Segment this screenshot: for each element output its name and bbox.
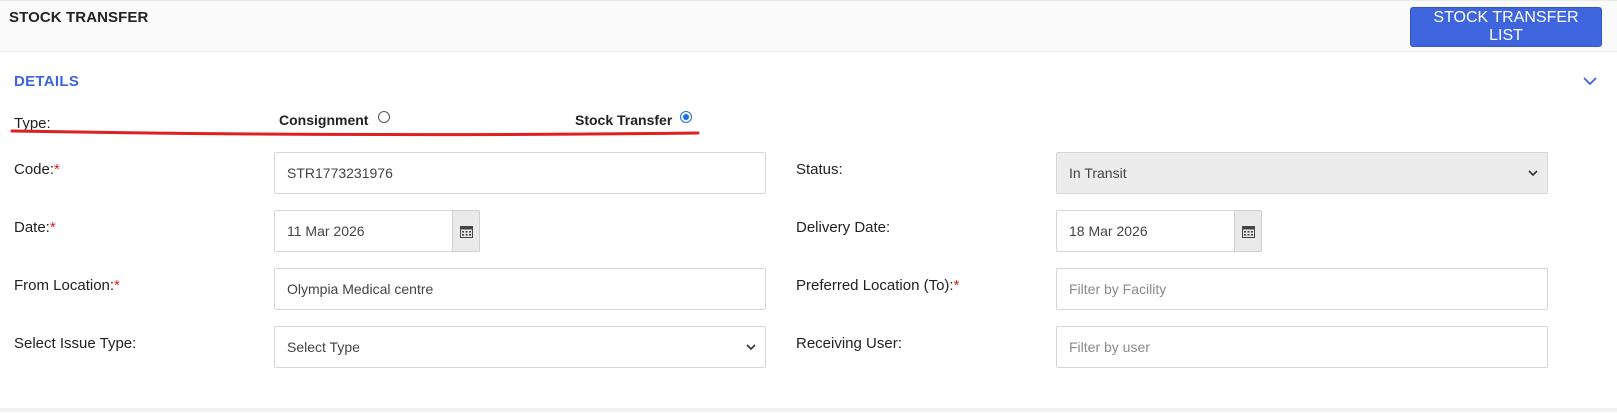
consignment-radio-label[interactable]: Consignment [279,112,368,128]
chevron-down-icon [746,344,756,351]
annotation-underline [10,129,700,137]
stock-transfer-radio[interactable] [680,111,692,123]
delivery-date-label: Delivery Date: [796,219,891,236]
consignment-radio[interactable] [378,111,390,123]
from-location-input[interactable]: Olympia Medical centre [274,268,766,310]
chevron-down-icon[interactable] [1582,74,1598,88]
delivery-date-input[interactable]: 18 Mar 2026 [1056,210,1235,252]
date-label: Date:* [14,219,56,236]
date-input[interactable]: 11 Mar 2026 [274,210,453,252]
page-header: STOCK TRANSFER STOCK TRANSFER LIST [0,0,1617,52]
status-select-value: In Transit [1069,165,1127,181]
preferred-location-label: Preferred Location (To):* [796,277,960,294]
status-label: Status: [796,161,843,178]
delivery-date-calendar-button[interactable] [1234,210,1262,252]
date-calendar-button[interactable] [452,210,480,252]
receiving-user-input[interactable]: Filter by user [1056,326,1548,368]
code-input[interactable]: STR1773231976 [274,152,766,194]
page-title: STOCK TRANSFER [9,9,149,26]
issue-type-select[interactable]: Select Type [274,326,766,368]
status-select[interactable]: In Transit [1056,152,1548,194]
details-section-title[interactable]: DETAILS [14,73,79,90]
calendar-icon [1241,225,1255,238]
from-location-label: From Location:* [14,277,120,294]
issue-type-label: Select Issue Type: [14,335,137,352]
calendar-icon [459,225,473,238]
code-label: Code:* [14,161,60,178]
stock-transfer-list-button[interactable]: STOCK TRANSFER LIST [1410,7,1602,47]
chevron-down-icon [1528,170,1538,177]
stock-transfer-radio-label[interactable]: Stock Transfer [575,112,672,128]
preferred-location-input[interactable]: Filter by Facility [1056,268,1548,310]
receiving-user-label: Receiving User: [796,335,902,352]
issue-type-select-value: Select Type [287,339,360,355]
